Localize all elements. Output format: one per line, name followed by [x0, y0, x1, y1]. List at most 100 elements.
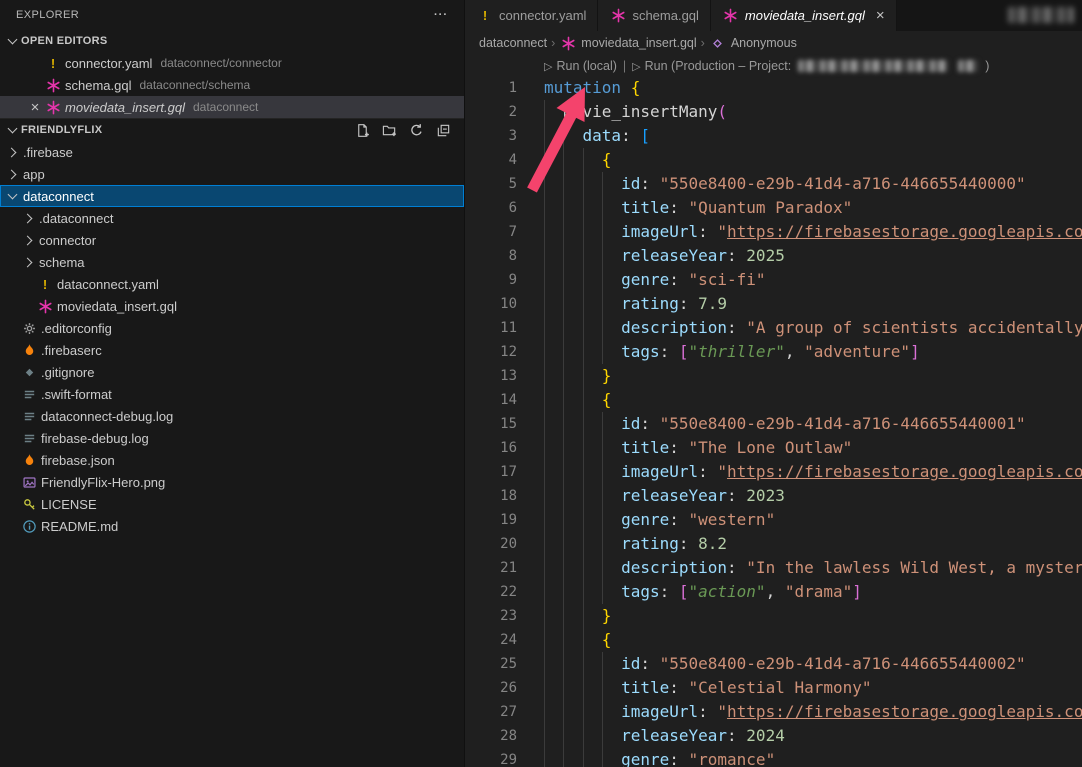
tree-item-dataconnect[interactable]: dataconnect [0, 185, 464, 207]
code-line-22[interactable]: 22tags: ["action", "drama"] [465, 580, 1082, 604]
tree-item-connector[interactable]: connector [0, 229, 464, 251]
code-line-25[interactable]: 25id: "550e8400-e29b-41d4-a716-446655440… [465, 652, 1082, 676]
tree-item-.firebase[interactable]: .firebase [0, 141, 464, 163]
lines-icon [20, 409, 38, 424]
breadcrumb-item-Anonymous[interactable]: Anonymous [709, 36, 797, 51]
indent-guide [544, 556, 563, 580]
line-number: 6 [465, 196, 517, 220]
collapse-all-icon[interactable] [434, 121, 452, 139]
tree-item-label: LICENSE [41, 497, 97, 512]
code-line-14[interactable]: 14{ [465, 388, 1082, 412]
indent-guide [602, 268, 621, 292]
indent-guide [563, 196, 582, 220]
line-number: 25 [465, 652, 517, 676]
code-line-2[interactable]: 2movie_insertMany( [465, 100, 1082, 124]
code-line-19[interactable]: 19genre: "western" [465, 508, 1082, 532]
indent-guide [583, 508, 602, 532]
code-line-23[interactable]: 23} [465, 604, 1082, 628]
indent-guide [563, 316, 582, 340]
play-icon: ▷ [632, 59, 640, 73]
indent-guide [563, 340, 582, 364]
tab-connector.yaml[interactable]: !connector.yaml [465, 0, 598, 31]
new-file-icon[interactable] [353, 121, 371, 139]
open-editor-connector.yaml[interactable]: !connector.yamldataconnect/connector [0, 52, 464, 74]
code-line-26[interactable]: 26title: "Celestial Harmony" [465, 676, 1082, 700]
code-line-3[interactable]: 3data: [ [465, 124, 1082, 148]
code-line-7[interactable]: 7imageUrl: "https://firebasestorage.goog… [465, 220, 1082, 244]
tree-item-schema[interactable]: schema [0, 251, 464, 273]
open-editor-moviedata_insert.gql[interactable]: ×moviedata_insert.gqldataconnect [0, 96, 464, 118]
tree-item-app[interactable]: app [0, 163, 464, 185]
breadcrumb-item-dataconnect[interactable]: dataconnect [479, 36, 547, 50]
tree-item-.gitignore[interactable]: .gitignore [0, 361, 464, 383]
refresh-icon[interactable] [407, 121, 425, 139]
code-line-13[interactable]: 13} [465, 364, 1082, 388]
code-line-9[interactable]: 9genre: "sci-fi" [465, 268, 1082, 292]
indent-guide [544, 196, 563, 220]
code-line-24[interactable]: 24{ [465, 628, 1082, 652]
code-line-15[interactable]: 15id: "550e8400-e29b-41d4-a716-446655440… [465, 412, 1082, 436]
run-production-link[interactable]: ▷ Run (Production – Project: ) [632, 59, 989, 73]
flame-icon [20, 453, 38, 468]
line-number: 23 [465, 604, 517, 628]
open-editor-path: dataconnect/connector [160, 56, 281, 70]
workspace-label: FRIENDLYFLIX [21, 124, 102, 136]
open-editors-header[interactable]: OPEN EDITORS [0, 30, 464, 52]
gear-icon [20, 321, 38, 336]
code-text: releaseYear: 2024 [544, 724, 785, 748]
tree-item-firebase-debug.log[interactable]: firebase-debug.log [0, 427, 464, 449]
tab-schema.gql[interactable]: schema.gql [598, 0, 710, 31]
line-number: 1 [465, 76, 517, 100]
tree-item-README.md[interactable]: README.md [0, 515, 464, 537]
close-icon[interactable]: × [26, 100, 44, 115]
code-line-8[interactable]: 8releaseYear: 2025 [465, 244, 1082, 268]
breadcrumb-item-moviedata_insert.gql[interactable]: moviedata_insert.gql [559, 36, 696, 51]
indent-guide [583, 220, 602, 244]
code-line-4[interactable]: 4{ [465, 148, 1082, 172]
tree-item-firebase.json[interactable]: firebase.json [0, 449, 464, 471]
tab-moviedata_insert.gql[interactable]: moviedata_insert.gql× [711, 0, 897, 31]
code-line-5[interactable]: 5id: "550e8400-e29b-41d4-a716-4466554400… [465, 172, 1082, 196]
code-line-27[interactable]: 27imageUrl: "https://firebasestorage.goo… [465, 700, 1082, 724]
open-editor-schema.gql[interactable]: schema.gqldataconnect/schema [0, 74, 464, 96]
exclamation-icon: ! [36, 277, 54, 292]
tree-item-label: firebase-debug.log [41, 431, 149, 446]
code-line-17[interactable]: 17imageUrl: "https://firebasestorage.goo… [465, 460, 1082, 484]
tree-item-FriendlyFlix-Hero.png[interactable]: FriendlyFlix-Hero.png [0, 471, 464, 493]
close-icon[interactable]: × [876, 8, 885, 23]
indent-guide [544, 604, 563, 628]
tree-item-LICENSE[interactable]: LICENSE [0, 493, 464, 515]
tree-item-label: .dataconnect [39, 211, 113, 226]
new-folder-icon[interactable] [380, 121, 398, 139]
code-line-11[interactable]: 11description: "A group of scientists ac… [465, 316, 1082, 340]
code-line-1[interactable]: 1mutation { [465, 76, 1082, 100]
code-line-16[interactable]: 16title: "The Lone Outlaw" [465, 436, 1082, 460]
workspace-header[interactable]: FRIENDLYFLIX [0, 118, 464, 141]
tree-item-.firebaserc[interactable]: .firebaserc [0, 339, 464, 361]
indent-guide [602, 508, 621, 532]
code-line-28[interactable]: 28releaseYear: 2024 [465, 724, 1082, 748]
code-line-21[interactable]: 21description: "In the lawless Wild West… [465, 556, 1082, 580]
indent-guide [583, 628, 602, 652]
tree-item-.editorconfig[interactable]: .editorconfig [0, 317, 464, 339]
tree-item-label: firebase.json [41, 453, 115, 468]
tree-item-.dataconnect[interactable]: .dataconnect [0, 207, 464, 229]
code-line-20[interactable]: 20rating: 8.2 [465, 532, 1082, 556]
code-line-18[interactable]: 18releaseYear: 2023 [465, 484, 1082, 508]
indent-guide [602, 652, 621, 676]
run-local-link[interactable]: ▷ Run (local) [544, 59, 617, 73]
line-number: 27 [465, 700, 517, 724]
tree-item-moviedata_insert.gql[interactable]: moviedata_insert.gql [0, 295, 464, 317]
more-actions-icon[interactable]: ··· [434, 9, 448, 21]
code-text: genre: "romance" [544, 748, 775, 767]
tree-item-dataconnect-debug.log[interactable]: dataconnect-debug.log [0, 405, 464, 427]
code-line-6[interactable]: 6title: "Quantum Paradox" [465, 196, 1082, 220]
code-text: rating: 8.2 [544, 532, 727, 556]
tree-item-dataconnect.yaml[interactable]: !dataconnect.yaml [0, 273, 464, 295]
tree-item-.swift-format[interactable]: .swift-format [0, 383, 464, 405]
code-line-10[interactable]: 10rating: 7.9 [465, 292, 1082, 316]
code-line-29[interactable]: 29genre: "romance" [465, 748, 1082, 767]
code-editor[interactable]: 1mutation {2movie_insertMany(3data: [4{5… [465, 76, 1082, 767]
code-line-12[interactable]: 12tags: ["thriller", "adventure"] [465, 340, 1082, 364]
indent-guide [563, 604, 582, 628]
